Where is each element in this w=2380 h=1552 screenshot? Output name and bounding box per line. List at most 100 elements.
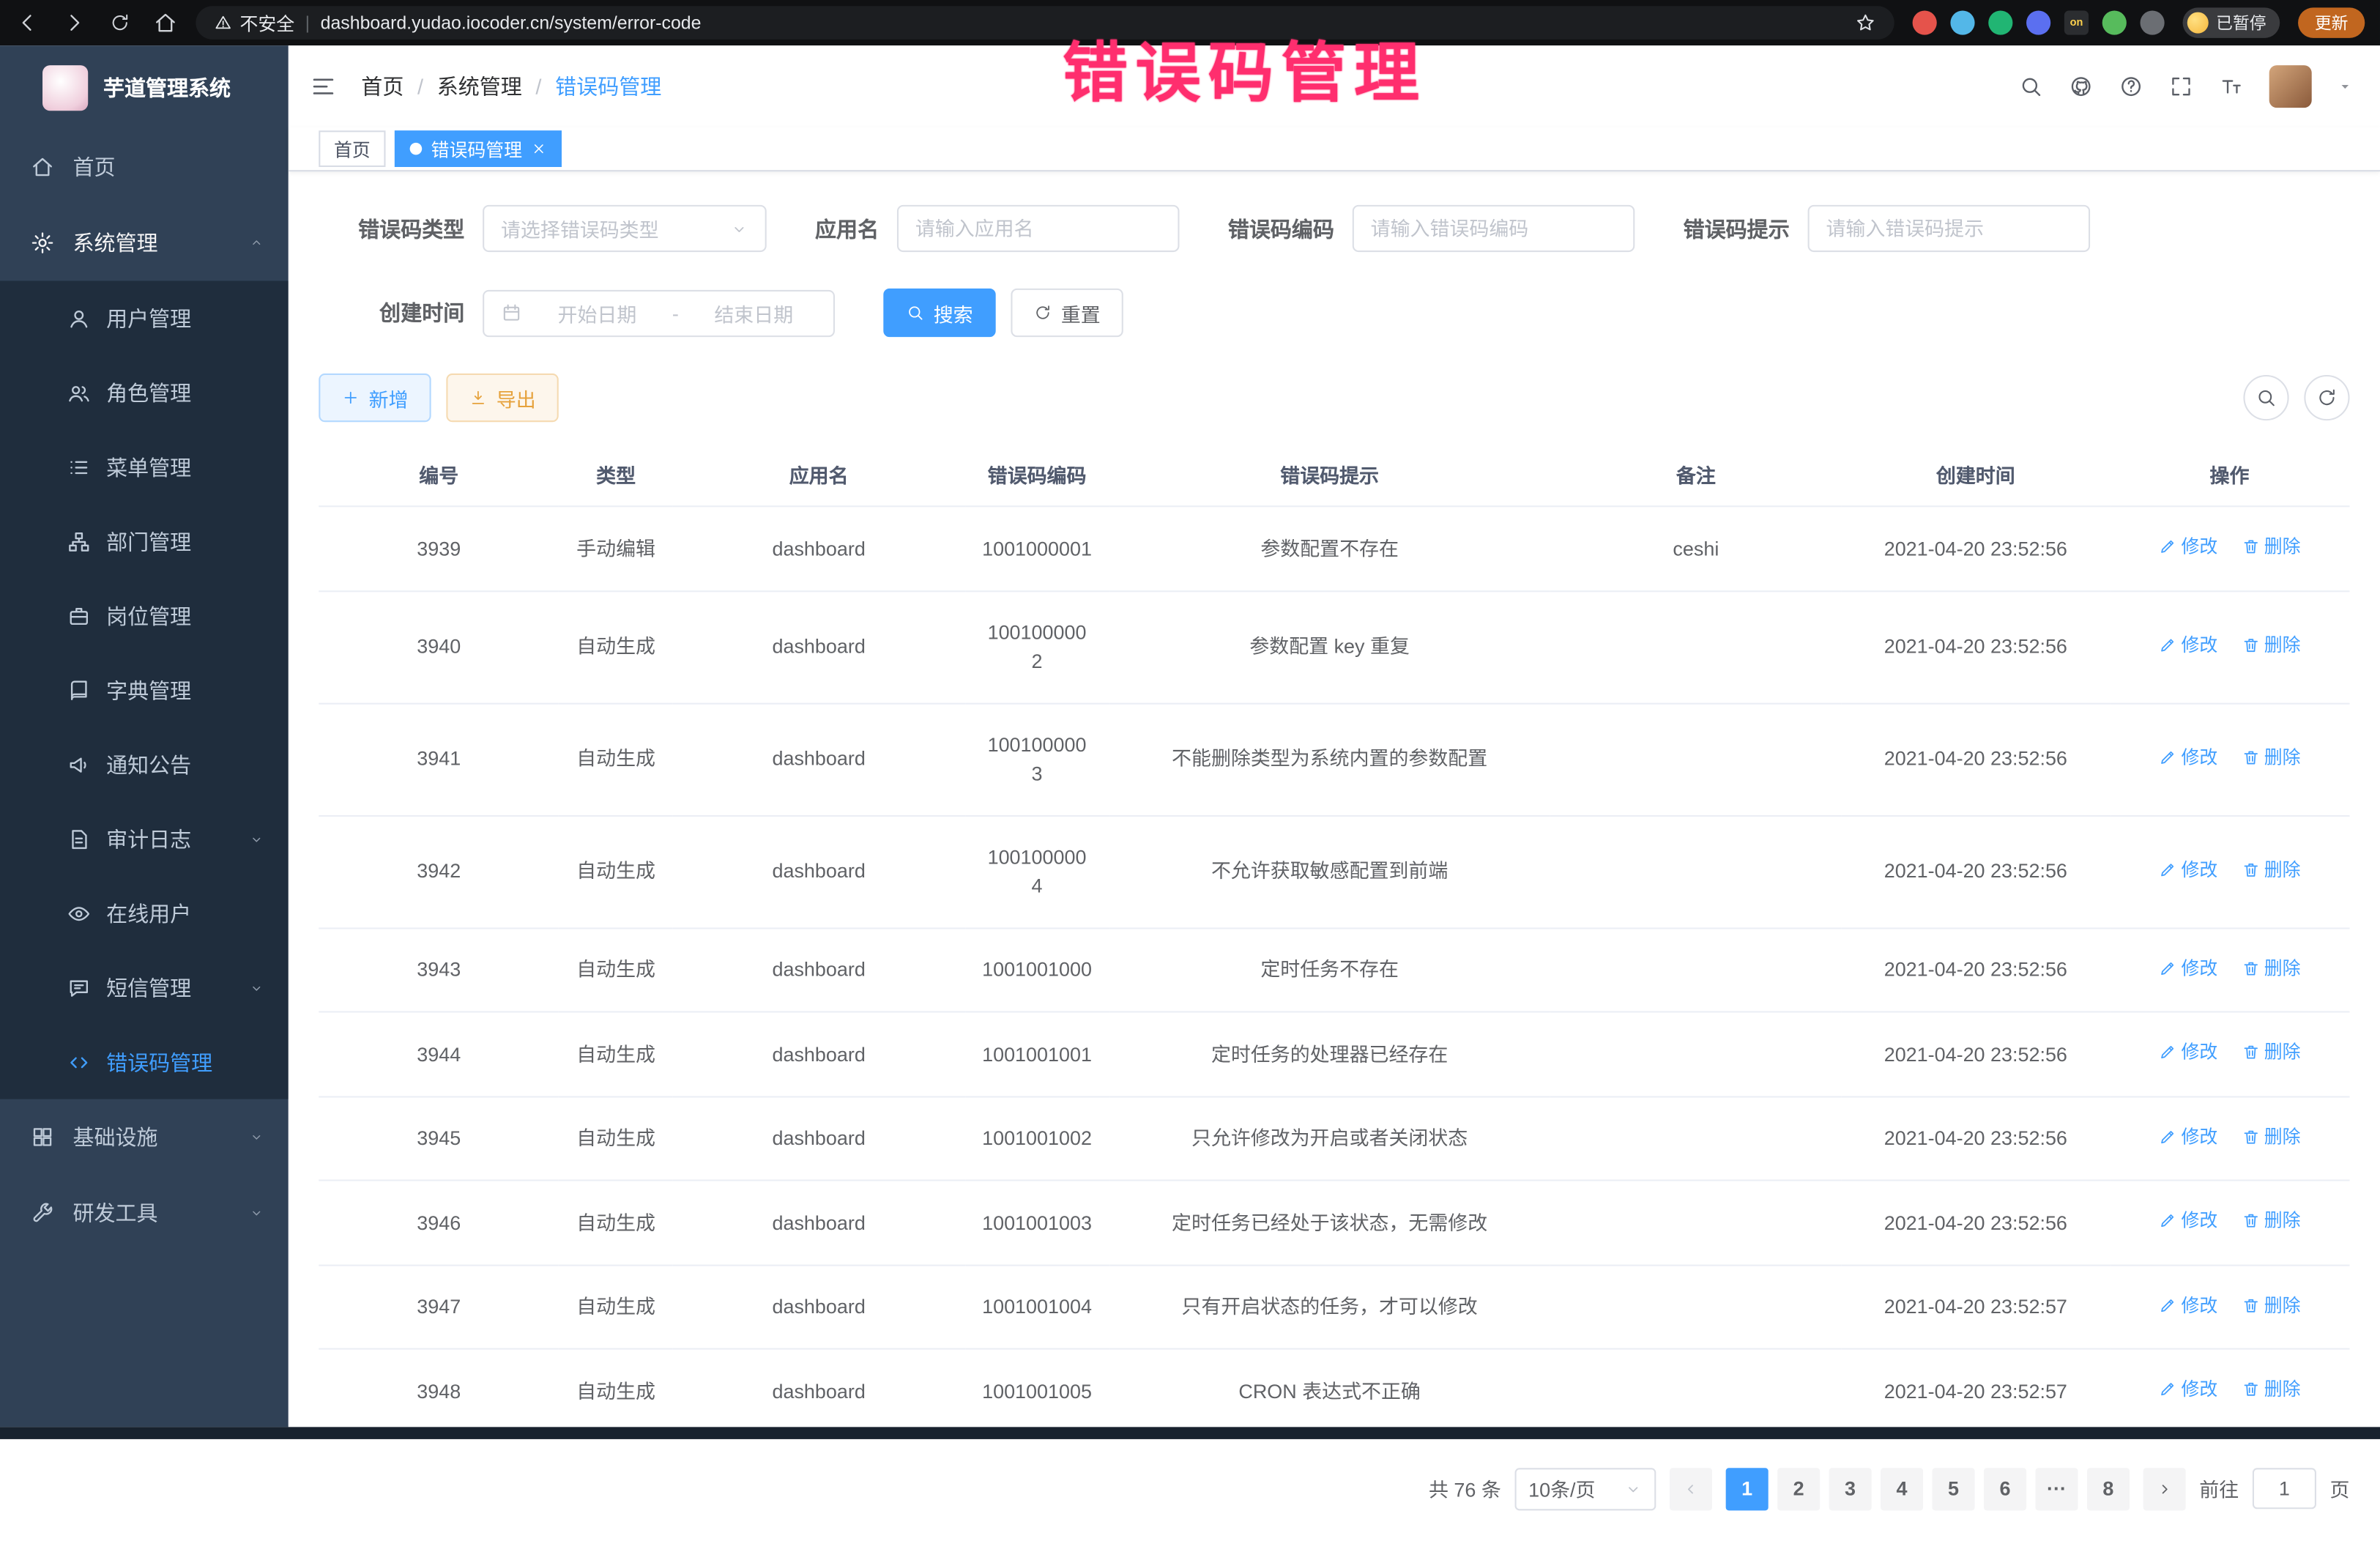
security-chip[interactable]: 不安全 [214,10,294,35]
page-button-1[interactable]: 1 [1726,1467,1769,1510]
delete-icon [2242,1296,2260,1314]
sidebar-item-menu[interactable]: 菜单管理 [0,430,289,505]
tab-error-code[interactable]: 错误码管理 [395,130,562,167]
sidebar-item-system[interactable]: 系统管理 [0,205,289,281]
caret-down-icon[interactable] [2338,79,2353,94]
error-type-select[interactable]: 请选择错误码类型 [483,205,767,252]
edit-link[interactable]: 修改 [2158,743,2217,771]
tab-home[interactable]: 首页 [319,130,385,167]
sidebar-item-online[interactable]: 在线用户 [0,876,289,951]
export-button[interactable]: 导出 [446,374,558,422]
url-text[interactable]: dashboard.yudao.iocoder.cn/system/error-… [321,12,1845,34]
extension-icon-blue[interactable] [2026,11,2050,35]
chevron-down-icon [249,831,264,847]
delete-link[interactable]: 删除 [2242,533,2301,560]
cell-time: 2021-04-20 23:52:56 [1884,1211,2067,1233]
extension-icon-cyan[interactable] [1950,11,1974,35]
edit-icon [2158,1380,2176,1398]
sidebar-fold-icon[interactable] [310,73,337,100]
sidebar-item-log[interactable]: 审计日志 [0,801,289,876]
add-button[interactable]: 新增 [319,374,431,422]
cell-code: 1001001004 [982,1295,1092,1318]
page-button-4[interactable]: 4 [1881,1467,1923,1510]
search-button[interactable]: 搜索 [883,289,995,337]
topbar: 首页 / 系统管理 / 错误码管理 [289,45,2380,127]
question-icon[interactable] [2119,75,2143,99]
edit-link[interactable]: 修改 [2158,1375,2217,1403]
cell-hint: 只允许修改为开启或者关闭状态 [1191,1126,1468,1149]
cell-code: 1001000003 [983,729,1090,789]
delete-link[interactable]: 删除 [2242,1375,2301,1403]
delete-link[interactable]: 删除 [2242,855,2301,883]
sidebar-item-notice[interactable]: 通知公告 [0,727,289,802]
avatar[interactable] [2269,65,2312,108]
browser-toolbar: 不安全 | dashboard.yudao.iocoder.cn/system/… [0,0,2380,45]
close-icon[interactable] [532,141,547,157]
sidebar-item-sms[interactable]: 短信管理 [0,951,289,1025]
page-button-8[interactable]: 8 [2087,1467,2130,1510]
bookmark-star-icon[interactable] [1855,12,1876,34]
next-page-button[interactable] [2143,1467,2186,1510]
font-size-icon[interactable] [2219,75,2243,99]
sidebar-item-devtools[interactable]: 研发工具 [0,1175,289,1251]
edit-link[interactable]: 修改 [2158,855,2217,883]
address-bar[interactable]: 不安全 | dashboard.yudao.iocoder.cn/system/… [196,6,1894,40]
prev-page-button[interactable] [1670,1467,1712,1510]
screen: 不安全 | dashboard.yudao.iocoder.cn/system/… [0,0,2380,1439]
extension-icon-red[interactable] [1913,11,1937,35]
extension-icon-green-check[interactable] [1988,11,2012,35]
extensions-puzzle-icon[interactable] [2141,11,2165,35]
error-hint-input[interactable] [1808,205,2091,252]
date-range-picker[interactable]: 开始日期 - 结束日期 [483,289,835,336]
page-ellipsis[interactable]: ··· [2035,1467,2078,1510]
page-button-5[interactable]: 5 [1932,1467,1974,1510]
sidebar-item-home[interactable]: 首页 [0,129,289,205]
edit-link[interactable]: 修改 [2158,1123,2217,1150]
edit-icon [2158,1211,2176,1230]
sidebar-item-dict[interactable]: 字典管理 [0,653,289,727]
extension-icon-on[interactable]: on [2064,11,2089,35]
reload-icon[interactable] [109,12,130,34]
sidebar-item-users[interactable]: 角色管理 [0,355,289,430]
delete-link[interactable]: 删除 [2242,743,2301,771]
edit-link[interactable]: 修改 [2158,1039,2217,1066]
error-code-input[interactable] [1353,205,1635,252]
edit-link[interactable]: 修改 [2158,533,2217,560]
sidebar-item-dept[interactable]: 部门管理 [0,504,289,579]
menu-icon [67,455,91,479]
edit-link[interactable]: 修改 [2158,1207,2217,1234]
page-button-6[interactable]: 6 [1984,1467,2026,1510]
back-icon[interactable] [15,11,40,35]
page-size-select[interactable]: 10条/页 [1514,1467,1656,1510]
delete-link[interactable]: 删除 [2242,1291,2301,1318]
search-icon[interactable] [2019,75,2043,99]
edit-link[interactable]: 修改 [2158,631,2217,658]
forward-icon[interactable] [62,11,86,35]
browser-home-icon[interactable] [153,11,177,35]
breadcrumb-home[interactable]: 首页 [361,71,404,101]
profile-paused-badge[interactable]: 已暂停 [2183,7,2280,37]
sidebar-item-code[interactable]: 错误码管理 [0,1025,289,1099]
app-name-input[interactable] [897,205,1180,252]
sidebar-item-infra[interactable]: 基础设施 [0,1099,289,1176]
delete-link[interactable]: 删除 [2242,954,2301,981]
breadcrumb-system[interactable]: 系统管理 [437,71,522,101]
delete-link[interactable]: 删除 [2242,1039,2301,1066]
fullscreen-icon[interactable] [2169,75,2193,99]
page-button-3[interactable]: 3 [1829,1467,1872,1510]
edit-link[interactable]: 修改 [2158,954,2217,981]
browser-update-button[interactable]: 更新 [2298,7,2365,37]
github-icon[interactable] [2069,75,2093,99]
page-button-2[interactable]: 2 [1777,1467,1820,1510]
extension-icon-leaf[interactable] [2102,11,2127,35]
delete-link[interactable]: 删除 [2242,631,2301,658]
refresh-table-button[interactable] [2304,375,2349,420]
sidebar-item-user[interactable]: 用户管理 [0,281,289,355]
delete-link[interactable]: 删除 [2242,1207,2301,1234]
goto-page-input[interactable] [2253,1468,2316,1509]
show-search-button[interactable] [2243,375,2288,420]
sidebar-item-post[interactable]: 岗位管理 [0,579,289,653]
edit-link[interactable]: 修改 [2158,1291,2217,1318]
delete-link[interactable]: 删除 [2242,1123,2301,1150]
reset-button[interactable]: 重置 [1011,289,1123,337]
